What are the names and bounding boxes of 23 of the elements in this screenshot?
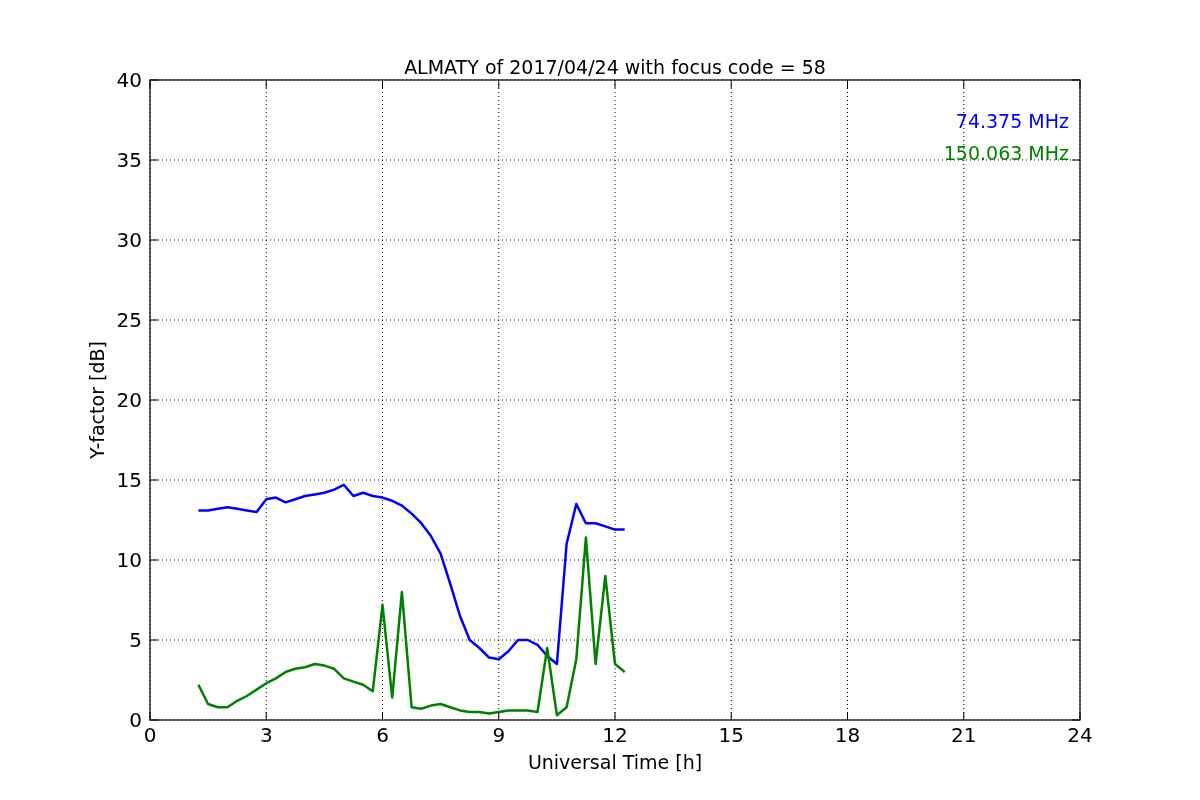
tick-label: 35 [116, 148, 142, 172]
tick-label: 18 [834, 723, 861, 747]
axis-title: Y-factor [dB] [86, 341, 108, 459]
tick-label: 3 [259, 723, 273, 747]
tick-label: 15 [718, 723, 744, 747]
tick-label: 25 [116, 308, 142, 332]
tick-label: 0 [129, 708, 142, 732]
tick-label: 40 [116, 68, 142, 92]
tick-label: 12 [602, 723, 628, 747]
tick-label: 5 [129, 628, 142, 652]
tick-label: 20 [116, 388, 142, 412]
chart-title: ALMATY of 2017/04/24 with focus code = 58 [404, 56, 826, 78]
tick-label: 15 [116, 468, 142, 492]
tick-label: 21 [951, 723, 977, 747]
tick-label: 30 [116, 228, 142, 252]
legend-label: 74.375 MHz [955, 110, 1069, 132]
legend-label: 150.063 MHz [943, 142, 1069, 164]
axis-title: Universal Time [h] [527, 751, 703, 773]
tick-label: 9 [492, 723, 506, 747]
tick-label: 0 [143, 723, 157, 747]
tick-label: 24 [1067, 723, 1093, 747]
tick-label: 10 [116, 548, 142, 572]
tick-label: 6 [376, 723, 389, 747]
